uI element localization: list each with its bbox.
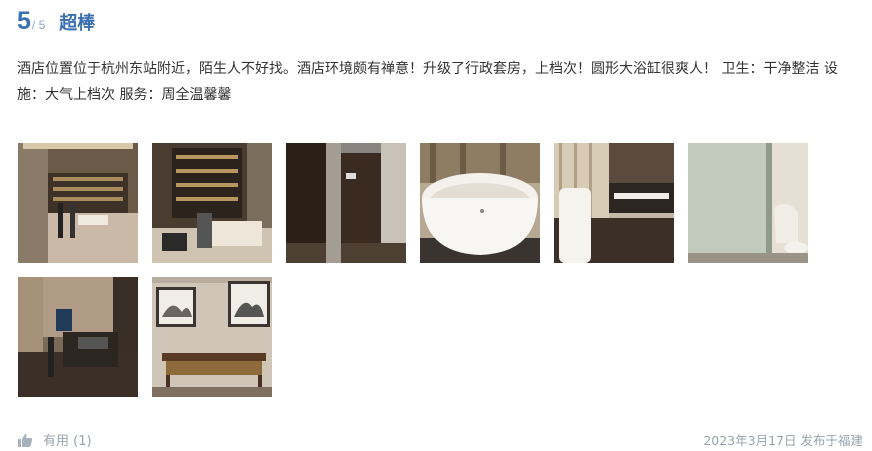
bathroom-vanity-photo[interactable] [554, 143, 674, 263]
thumbs-up-icon [18, 433, 33, 447]
score-max: / 5 [31, 18, 46, 32]
helpful-button[interactable]: 有用 (1) [17, 430, 92, 449]
helpful-label: 有用 (1) [43, 434, 92, 449]
lobby-photo[interactable] [18, 143, 138, 263]
bedroom-tv-photo[interactable] [18, 277, 138, 397]
hallway-door-photo[interactable] [286, 143, 406, 263]
score-label: 超棒 [59, 13, 96, 34]
living-room-photo[interactable] [152, 143, 272, 263]
review-date: 2023年3月17日 [703, 433, 797, 448]
artwork-console-photo[interactable] [152, 277, 272, 397]
review-text: 酒店位置位于杭州东站附近，陌生人不好找。酒店环境颇有禅意！升级了行政套房，上档次… [17, 61, 838, 103]
round-bathtub-photo[interactable] [420, 143, 540, 263]
toilet-photo[interactable] [688, 143, 808, 263]
review-card: 5 / 5 超棒 酒店位置位于杭州东站附近，陌生人不好找。酒店环境颇有禅意！升级… [0, 0, 872, 451]
review-meta: 2023年3月17日 发布于福建 [699, 430, 863, 449]
score-row: 5 / 5 超棒 [17, 6, 95, 40]
score-value: 5 [17, 7, 31, 35]
posted-location: 发布于福建 [800, 433, 863, 448]
